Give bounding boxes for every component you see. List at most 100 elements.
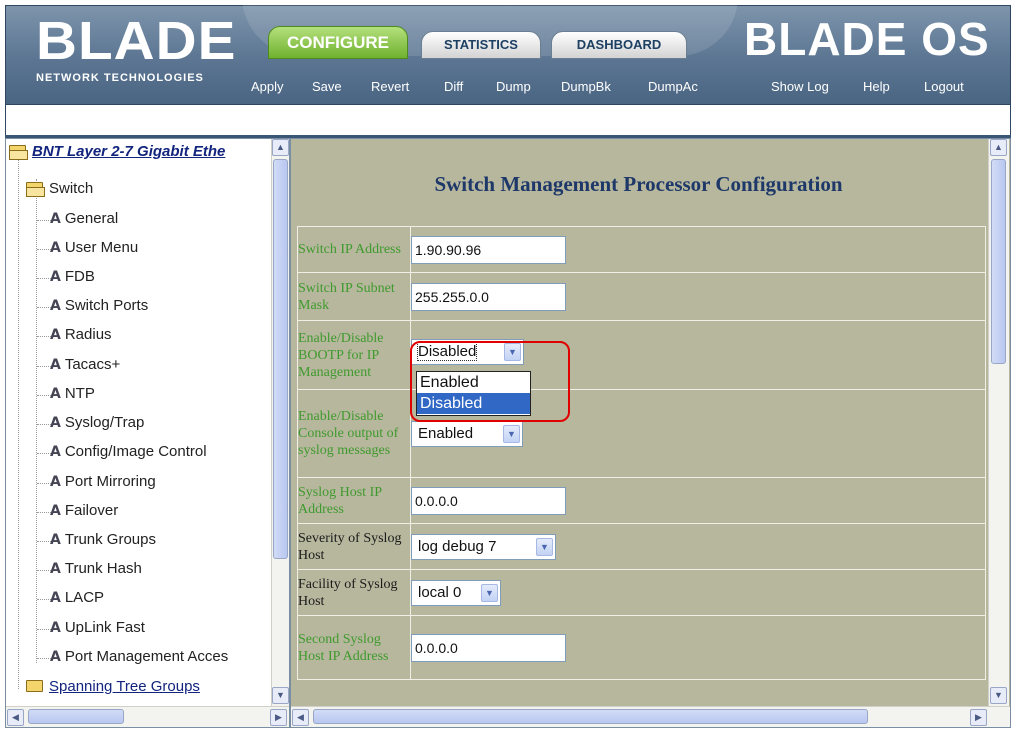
tree-folder-switch[interactable]: Switch: [26, 178, 93, 200]
tree-item-label: Port Management Acces: [64, 648, 229, 665]
toolbar: Apply Save Revert Diff Dump DumpBk DumpA…: [6, 79, 1010, 99]
help-link[interactable]: Help: [863, 79, 890, 94]
tree-item-label: General: [64, 210, 119, 227]
tree-item-failover[interactable]: A Failover: [50, 500, 118, 522]
second-syslog-host-ip-input[interactable]: [411, 633, 566, 662]
tree-item-user-menu[interactable]: A User Menu: [50, 237, 138, 259]
form-row: Facility of Syslog Host local 0 ▼: [297, 569, 986, 616]
tree-connector: [37, 307, 51, 308]
tree-item-trunk-hash[interactable]: A Trunk Hash: [50, 558, 142, 580]
config-item-icon: A: [50, 532, 61, 548]
tree-connector: [37, 366, 51, 367]
tree-vertical-scrollbar[interactable]: ▲ ▼: [271, 139, 289, 706]
dump-button[interactable]: Dump: [496, 79, 531, 94]
tree-connector: [37, 249, 51, 250]
tree-item-label: Trunk Hash: [64, 560, 142, 577]
form-row: Second Syslog Host IP Address: [297, 615, 986, 680]
switch-ip-input[interactable]: [411, 235, 566, 264]
scroll-thumb[interactable]: [313, 709, 868, 724]
scroll-down-icon[interactable]: ▼: [272, 687, 289, 704]
chevron-down-icon[interactable]: ▼: [536, 537, 553, 556]
page-title: Switch Management Processor Configuratio…: [434, 172, 843, 196]
scroll-thumb[interactable]: [991, 159, 1006, 364]
bootp-select[interactable]: Disabled ▼: [411, 339, 524, 365]
logout-link[interactable]: Logout: [924, 79, 964, 94]
chevron-down-icon[interactable]: ▼: [504, 343, 521, 361]
tree-root-label: BNT Layer 2-7 Gigabit Ethe: [32, 143, 226, 160]
tree-item-syslog-trap[interactable]: A Syslog/Trap: [50, 412, 144, 434]
config-item-icon: A: [50, 386, 61, 402]
revert-button[interactable]: Revert: [371, 79, 409, 94]
scroll-left-icon[interactable]: ◀: [7, 709, 24, 726]
content-horizontal-scrollbar[interactable]: ◀ ▶: [291, 706, 1010, 727]
tree-connector: [37, 424, 51, 425]
tree-item-trunk-groups[interactable]: A Trunk Groups: [50, 529, 156, 551]
tree-item-tacacs[interactable]: A Tacacs+: [50, 354, 120, 376]
console-output-select-value: Enabled: [418, 424, 474, 442]
tree-connector: [37, 599, 51, 600]
chevron-down-icon[interactable]: ▼: [503, 424, 520, 443]
tree-item-switch-ports[interactable]: A Switch Ports: [50, 295, 148, 317]
dropdown-option-disabled[interactable]: Disabled: [417, 393, 530, 414]
tree-connector: [37, 658, 51, 659]
diff-button[interactable]: Diff: [444, 79, 463, 94]
app-header: BLADE NETWORK TECHNOLOGIES CONFIGURE STA…: [5, 0, 1011, 105]
config-item-icon: A: [50, 298, 61, 314]
tree-item-config-image-control[interactable]: A Config/Image Control: [50, 441, 207, 463]
syslog-host-ip-input[interactable]: [411, 486, 566, 515]
scroll-up-icon[interactable]: ▲: [272, 139, 289, 156]
dropdown-option-enabled[interactable]: Enabled: [417, 372, 530, 393]
field-label: Facility of Syslog Host: [297, 569, 411, 616]
dumpac-button[interactable]: DumpAc: [648, 79, 698, 94]
navigation-tree: BNT Layer 2-7 Gigabit Ethe Switch A Gener…: [6, 139, 271, 706]
field-label: Second Syslog Host IP Address: [297, 615, 411, 680]
form-row: Switch IP Subnet Mask: [297, 272, 986, 321]
field-value-cell: [410, 272, 986, 321]
settings-form: Switch IP Address Switch IP Subnet Mask …: [297, 226, 986, 680]
tree-item-ntp[interactable]: A NTP: [50, 383, 95, 405]
tab-dashboard[interactable]: DASHBOARD: [551, 31, 687, 59]
scroll-thumb[interactable]: [28, 709, 124, 724]
tree-item-fdb[interactable]: A FDB: [50, 266, 95, 288]
tree-folder-label: Switch: [49, 180, 94, 197]
syslog-severity-select[interactable]: log debug 7 ▼: [411, 533, 556, 560]
tree-item-general[interactable]: A General: [50, 208, 118, 230]
show-log-link[interactable]: Show Log: [771, 79, 829, 94]
config-item-icon: A: [50, 357, 61, 373]
tree-item-port-mirroring[interactable]: A Port Mirroring: [50, 471, 156, 493]
tree-item-radius[interactable]: A Radius: [50, 324, 112, 346]
dumpbk-button[interactable]: DumpBk: [561, 79, 611, 94]
tab-statistics[interactable]: STATISTICS: [421, 31, 541, 59]
apply-button[interactable]: Apply: [251, 79, 284, 94]
tree-item-label: LACP: [64, 589, 105, 606]
tree-folder-spanning-tree[interactable]: Spanning Tree Groups: [26, 676, 200, 698]
tree-item-label: Switch Ports: [64, 297, 149, 314]
scroll-up-icon[interactable]: ▲: [990, 139, 1007, 156]
scroll-left-icon[interactable]: ◀: [292, 709, 309, 726]
tree-item-label: Syslog/Trap: [64, 414, 145, 431]
tree-item-port-management-access[interactable]: A Port Management Acces: [50, 646, 228, 668]
console-output-select[interactable]: Enabled ▼: [411, 420, 523, 447]
scroll-down-icon[interactable]: ▼: [990, 687, 1007, 704]
scroll-right-icon[interactable]: ▶: [270, 709, 287, 726]
config-item-icon: A: [50, 415, 61, 431]
tree-root-node[interactable]: BNT Layer 2-7 Gigabit Ethe: [9, 141, 225, 163]
config-item-icon: A: [50, 620, 61, 636]
chevron-down-icon[interactable]: ▼: [481, 583, 498, 602]
content-vertical-scrollbar[interactable]: ▲ ▼: [988, 139, 1009, 706]
tree-item-uplink-fast[interactable]: A UpLink Fast: [50, 617, 145, 639]
tree-item-lacp[interactable]: A LACP: [50, 587, 104, 609]
save-button[interactable]: Save: [312, 79, 342, 94]
tree-horizontal-scrollbar[interactable]: ◀ ▶: [6, 706, 289, 727]
logo-main-text: BLADE: [36, 11, 237, 71]
bootp-dropdown-list: Enabled Disabled: [416, 371, 531, 416]
subnet-mask-input[interactable]: [411, 282, 566, 311]
syslog-facility-select[interactable]: local 0 ▼: [411, 579, 501, 606]
tree-item-label: FDB: [64, 268, 95, 285]
tree-connector: [37, 541, 51, 542]
scroll-thumb[interactable]: [273, 159, 288, 559]
tab-configure[interactable]: CONFIGURE: [268, 26, 408, 59]
scroll-right-icon[interactable]: ▶: [970, 709, 987, 726]
tree-item-label: Trunk Groups: [64, 531, 156, 548]
tree-guide-line: [18, 159, 19, 689]
